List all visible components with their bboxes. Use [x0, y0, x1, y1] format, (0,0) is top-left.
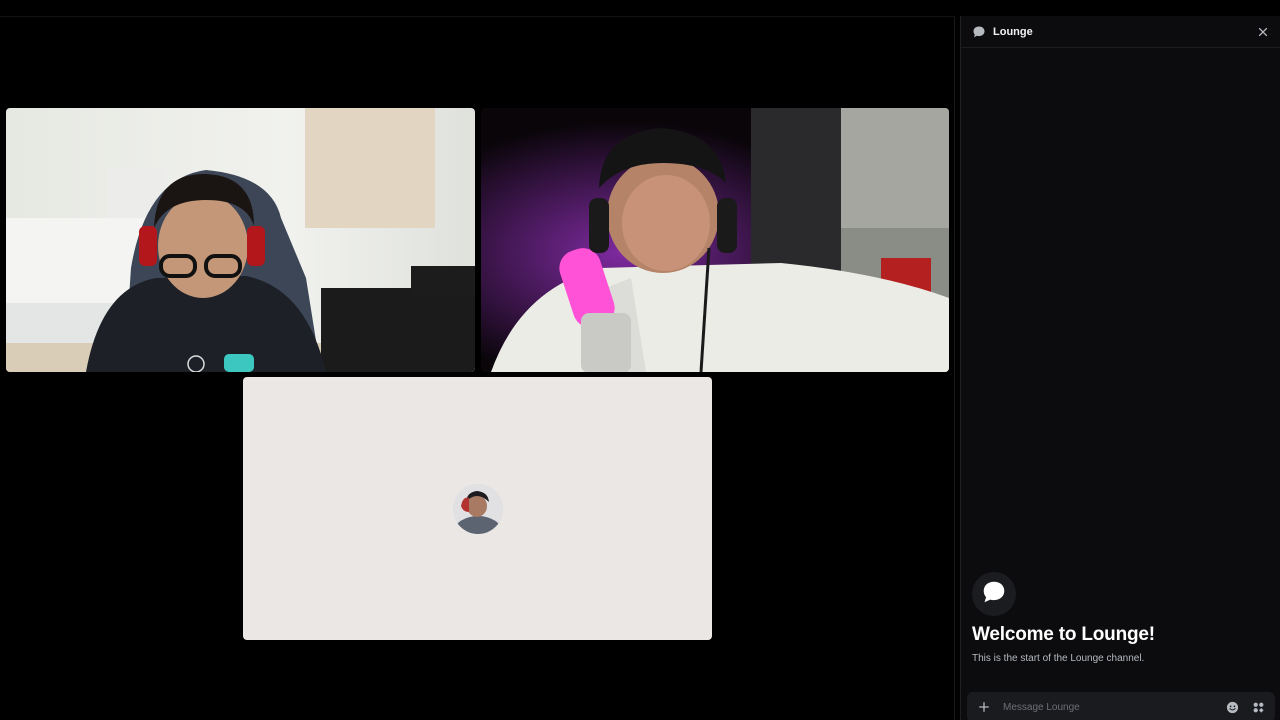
chat-sidebar: Lounge Welcome to Lounge! This is the st… [960, 16, 1280, 720]
participant-3-avatar [452, 483, 503, 534]
video-tile-participant-3[interactable] [243, 377, 712, 640]
participant-1-video [6, 108, 475, 372]
welcome-icon-badge [972, 572, 1016, 616]
plus-icon[interactable] [977, 700, 991, 714]
video-stage [0, 16, 955, 720]
chat-bubble-icon [972, 25, 986, 39]
app-window: Lounge Welcome to Lounge! This is the st… [0, 0, 1280, 720]
message-input[interactable] [1003, 701, 1213, 713]
emoji-icon[interactable] [1225, 700, 1239, 714]
sidebar-header: Lounge [961, 16, 1280, 48]
welcome-subtitle: This is the start of the Lounge channel. [972, 653, 1145, 664]
video-tile-participant-1[interactable] [6, 108, 475, 372]
avatar-image [452, 483, 503, 534]
participant-2-video [481, 108, 949, 372]
apps-icon[interactable] [1251, 700, 1265, 714]
welcome-title: Welcome to Lounge! [972, 624, 1155, 645]
chat-bubble-icon [981, 579, 1007, 610]
channel-title: Lounge [993, 25, 1033, 38]
close-icon[interactable] [1256, 25, 1270, 39]
welcome-block: Welcome to Lounge! This is the start of … [972, 572, 1272, 664]
video-tile-participant-2[interactable] [481, 108, 949, 372]
top-bar [0, 0, 1280, 16]
message-composer [967, 692, 1275, 720]
